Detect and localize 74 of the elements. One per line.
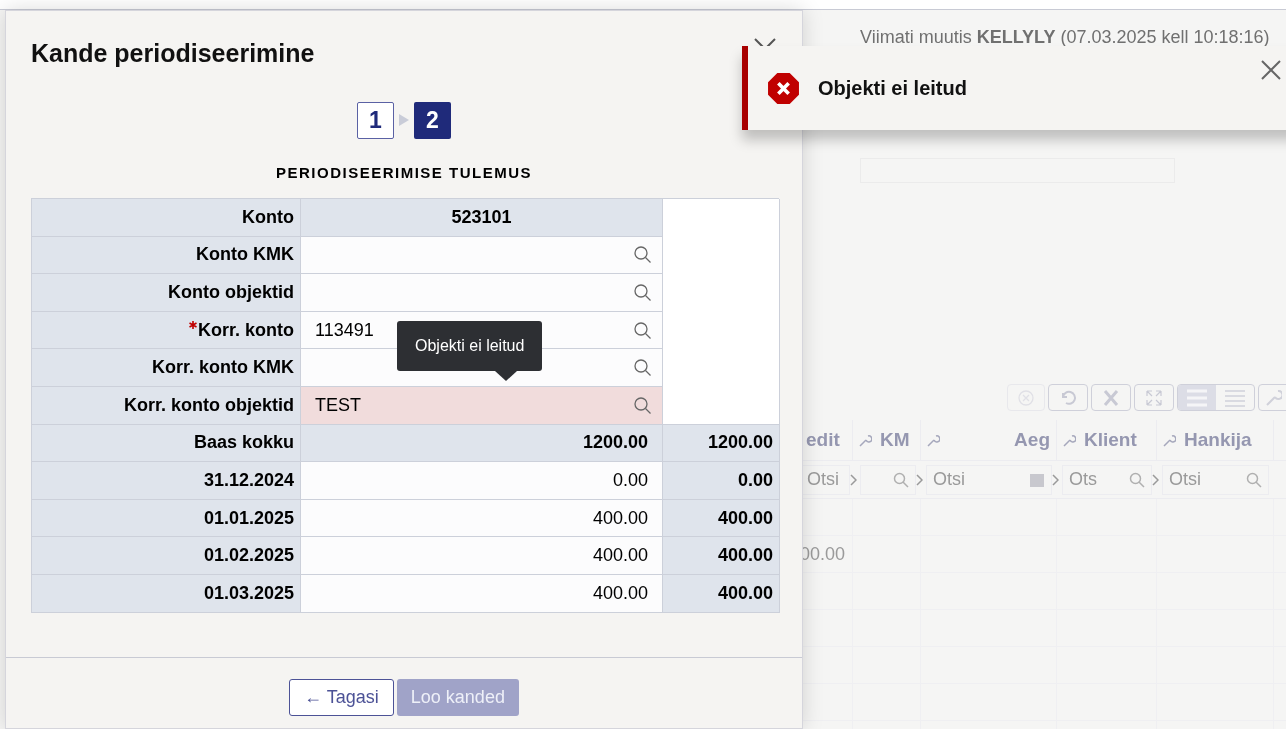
lines-icon <box>1224 388 1246 407</box>
column-header[interactable]: Aeg <box>1014 425 1050 455</box>
search-field[interactable]: Ots <box>1062 464 1152 495</box>
table-cell-text: 400.00 <box>592 544 648 568</box>
table-cell-text: 0.00 <box>612 468 648 492</box>
wrench-icon[interactable] <box>859 433 872 447</box>
search-icon[interactable] <box>633 358 652 378</box>
field-label: Baas kokku <box>193 431 294 455</box>
search-icon[interactable] <box>633 320 652 340</box>
input-field[interactable]: TEST <box>301 386 663 425</box>
step-arrow-icon <box>398 113 410 127</box>
chevron-icon[interactable] <box>1052 473 1059 486</box>
field-label: Konto <box>242 205 294 229</box>
table-cell-text: 523101 <box>451 205 512 229</box>
search-icon[interactable] <box>633 245 652 265</box>
table-cell-text: 400.00 <box>717 506 773 530</box>
field-label: 01.03.2025 <box>203 581 294 605</box>
search-icon[interactable] <box>633 283 652 302</box>
search-field[interactable]: Otsi <box>1162 464 1269 495</box>
last-changed-text: Viimati muutis KELLYLY (07.03.2025 kell 10:18:16) <box>860 29 1270 45</box>
toast-message: Objekti ei leitud <box>818 76 967 101</box>
settings-button[interactable] <box>1258 384 1286 411</box>
excel-icon <box>1102 388 1120 407</box>
field-label: Korr. konto <box>189 316 294 344</box>
chevron-icon[interactable] <box>850 473 857 486</box>
wrench-icon <box>1264 388 1282 407</box>
section-title: PERIODISEERIMISE TULEMUS <box>276 162 532 183</box>
field-label: Korr. konto KMK <box>152 356 294 380</box>
table-cell-text: 400.00 <box>592 506 648 530</box>
chevron-icon[interactable] <box>1152 473 1159 486</box>
close-icon[interactable] <box>1260 59 1282 81</box>
field-label: 01.01.2025 <box>203 506 294 530</box>
undo-icon <box>1059 388 1077 407</box>
table-cell-text: 400.00 <box>592 581 648 605</box>
wrench-icon[interactable] <box>1163 433 1176 447</box>
lines-icon <box>1186 388 1208 407</box>
field-label: Konto KMK <box>196 243 294 267</box>
expand-button[interactable] <box>1134 384 1174 411</box>
dialog-title: Kande periodiseerimine <box>31 38 315 69</box>
table-cell-text: 1200.00 <box>582 431 648 455</box>
step-indicator[interactable]: 2 <box>414 101 451 139</box>
column-header[interactable]: KM <box>880 425 910 455</box>
column-header[interactable]: Hankija <box>1184 425 1252 455</box>
input-field[interactable] <box>301 236 663 275</box>
wrench-icon[interactable] <box>927 433 940 447</box>
table-cell-text: 400.00 <box>717 581 773 605</box>
undo-button[interactable] <box>1048 384 1088 411</box>
column-header[interactable]: Klient <box>1084 425 1137 455</box>
excel-button[interactable] <box>1091 384 1131 411</box>
field-label: Konto objektid <box>168 281 294 304</box>
tooltip-arrow <box>495 371 517 381</box>
calendar-icon <box>1029 471 1045 488</box>
expand-icon <box>1145 388 1163 407</box>
search-icon[interactable] <box>633 395 652 415</box>
chevron-icon[interactable] <box>916 473 923 486</box>
search-field[interactable] <box>860 464 916 495</box>
search-icon <box>1129 471 1145 488</box>
column-header[interactable]: edit <box>806 425 840 455</box>
field-label: Korr. konto objektid <box>124 393 294 417</box>
search-icon <box>1246 471 1262 488</box>
search-field[interactable]: Otsi <box>926 464 1052 495</box>
wrench-icon[interactable] <box>1063 433 1076 447</box>
field-label: 01.02.2025 <box>203 544 294 568</box>
table-cell-text: 1200.00 <box>707 431 773 455</box>
search-icon <box>893 471 909 488</box>
back-button[interactable]: ← Tagasi <box>289 679 394 716</box>
field-label: 31.12.2024 <box>203 468 294 492</box>
input-field[interactable] <box>301 274 663 312</box>
table-cell-text: 0.00 <box>737 468 773 492</box>
step-indicator[interactable]: 1 <box>357 101 394 139</box>
table-cell-text: 400.00 <box>717 544 773 568</box>
tooltip: Objekti ei leitud <box>397 321 543 371</box>
error-icon <box>767 71 800 105</box>
compact-view-button[interactable] <box>1178 385 1216 410</box>
